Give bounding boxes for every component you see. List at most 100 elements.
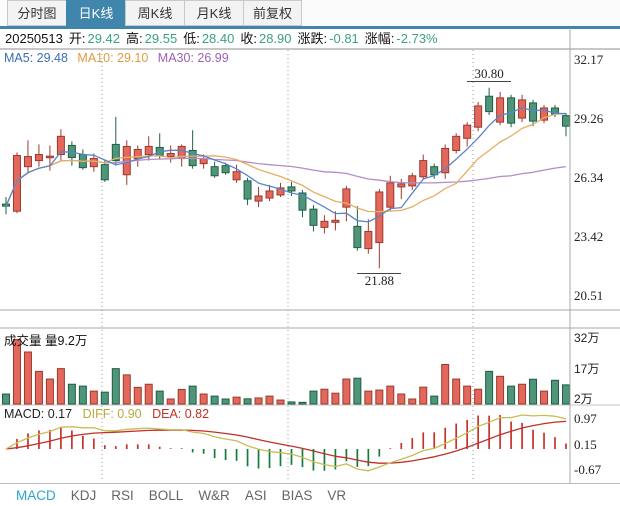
indicator-tab-macd[interactable]: MACD [16,488,56,503]
period-high-annotation: 30.80 [467,66,512,82]
volume-bar [386,385,395,405]
volume-bar [375,389,384,405]
volume-bar [485,370,494,405]
candle-body [45,155,54,159]
candle-body [12,155,21,212]
volume-bar [2,393,10,405]
candle-body [364,230,373,250]
candle-body [331,219,340,223]
candle-body [243,180,252,200]
volume-bar [540,390,549,405]
volume-bar [243,398,252,405]
volume-bar [298,401,307,405]
volume-bar [177,388,186,405]
macd-value: MACD: 0.17 [4,407,73,421]
candle-body [397,183,406,188]
volume-bar [100,391,109,405]
volume-bar [254,397,263,405]
volume-bar [463,385,472,405]
volume-bar [133,386,142,405]
volume-bar [45,378,54,405]
candle-body [34,154,43,162]
price-axis-tick-5: 20.51 [574,288,604,303]
volume-bar [441,363,450,405]
volume-bar [507,385,516,405]
price-axis-tick-3: 26.34 [574,170,604,185]
macd-axis-tick-1: 0.97 [574,411,597,426]
indicator-tab-boll[interactable]: BOLL [149,488,184,503]
volume-bar [474,388,483,405]
candle-body [386,182,395,208]
volume-bar [353,377,362,405]
volume-label: 成交量 量9.2万 [4,334,88,348]
volume-bar [122,374,131,405]
volume-bar [320,388,329,405]
volume-bar [89,390,98,405]
candle-body [254,195,263,202]
volume-bar [155,390,164,405]
macd-axis-tick-3: -0.67 [574,462,602,477]
ma-legend: MA5: 29.48 MA10: 29.10 MA30: 26.99 [4,51,235,65]
volume-bar [408,398,417,405]
indicator-tab-vr[interactable]: VR [327,488,346,503]
indicator-tab-kdj[interactable]: KDJ [71,488,97,503]
candle-body [221,165,230,174]
candle-body [419,160,428,178]
period-low-annotation: 21.88 [357,273,402,288]
volume-bar [23,351,32,405]
candle-body [166,153,175,158]
candle-body [529,102,538,122]
price-axis-tick-2: 29.26 [574,111,604,126]
volume-bar [561,384,570,405]
volume-bar [397,393,406,405]
candle-body [474,105,483,128]
indicator-tab-asi[interactable]: ASI [245,488,267,503]
candle-body [89,158,98,168]
chart-canvas[interactable] [0,0,620,506]
candle-body [353,225,362,249]
volume-axis-tick-2: 17万 [574,362,600,376]
volume-bar [342,378,351,405]
candle-body [23,156,32,168]
volume-bar [287,401,296,405]
price-axis-tick-4: 23.42 [574,229,604,244]
candle-body [561,115,570,127]
volume-bar [276,399,285,405]
candle-body [232,171,241,181]
volume-bar [309,390,318,405]
indicator-tab-bias[interactable]: BIAS [282,488,313,503]
volume-bar [56,368,65,405]
indicator-tab-wr[interactable]: W&R [198,488,230,503]
candle-body [408,175,417,187]
indicator-tab-rsi[interactable]: RSI [111,488,134,503]
candle-body [485,95,494,113]
volume-bar [166,398,175,405]
volume-axis-tick-1: 32万 [574,331,600,345]
candle-body [265,190,274,199]
volume-bar [12,339,21,405]
macd-axis-tick-2: 0.15 [574,437,597,452]
volume-bar [551,379,559,405]
volume-bar [452,378,461,405]
ma5-label: MA5: 29.48 [4,51,68,65]
candle-body [100,164,109,181]
volume-bar [364,390,373,405]
volume-bar [199,393,208,405]
candle-body [210,166,219,177]
price-axis-tick-1: 32.17 [574,52,604,67]
volume-bar [144,383,153,405]
indicator-tabbar: MACD KDJ RSI BOLL W&R ASI BIAS VR [0,483,620,506]
diff-value: DIFF: 0.90 [82,407,142,421]
diff-line [5,414,567,472]
candle-body [320,220,329,228]
macd-values-row: MACD: 0.17 DIFF: 0.90 DEA: 0.82 [4,407,209,421]
volume-bar [430,395,439,405]
candle-body [463,124,472,139]
volume-bar [188,385,197,405]
volume-bar [496,375,505,405]
volume-bar [419,386,428,405]
ma10-label: MA10: 29.10 [77,51,149,65]
volume-bar [232,396,241,405]
volume-bar [111,368,120,405]
volume-bar [78,385,87,405]
